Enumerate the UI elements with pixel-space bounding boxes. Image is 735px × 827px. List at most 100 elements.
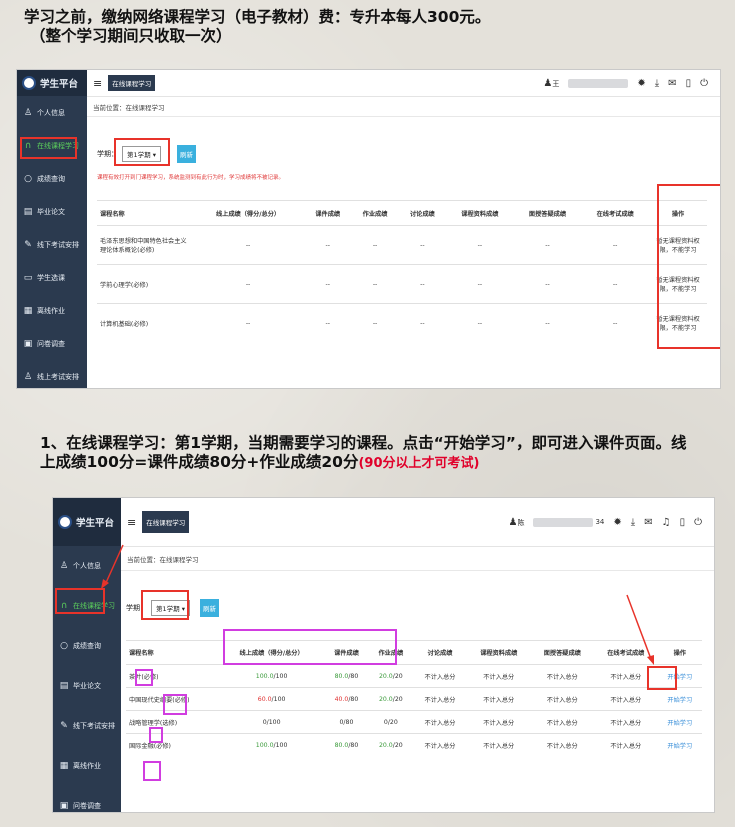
column-header: 课程资料成绩 [467, 640, 531, 665]
caption-top: 学习之前，缴纳网络课程学习（电子教材）费：专升本每人300元。 （整个学习期间只… [24, 8, 490, 47]
sidebar-item[interactable]: ▭ 学生选课 [17, 261, 87, 294]
score-value: 20.0 [378, 695, 393, 703]
sidebar-item-label: 成绩查询 [73, 642, 101, 650]
highlight-name-3 [149, 727, 163, 743]
score-value: 40.0 [334, 695, 349, 703]
sidebar-item-label: 离线作业 [37, 306, 65, 315]
table-row: 毛泽东思想和中国特色社会主义理论体系概论(必修) -- -- -- -- -- -- -- 暂无… [97, 225, 707, 265]
top-bar: ≡ 在线课程学习 ♟陈 34 ✹ ⤓ ✉ ♫ ▯ ⏻ [121, 498, 714, 547]
bell-icon[interactable]: ♫ [662, 517, 671, 528]
sidebar-item[interactable]: ▤ 毕业论文 [17, 195, 87, 228]
sidebar-item[interactable]: ○ 成绩查询 [17, 162, 87, 195]
arrow-start-icon [626, 594, 654, 665]
highlight-name-4 [143, 761, 161, 781]
mail-icon[interactable]: ✉ [668, 78, 676, 89]
download-icon[interactable]: ⤓ [655, 78, 659, 89]
phone-icon[interactable]: ▯ [686, 78, 692, 89]
logout-icon[interactable]: ⏻ [700, 78, 708, 89]
list-icon: ▦ [59, 761, 69, 771]
download-icon[interactable]: ⤓ [631, 517, 635, 528]
highlight-name-1 [135, 669, 153, 686]
table-row: 茶叶(必修) 100.0/100 80.0/80 20.0/20 不计入总分 不计入总分不… [126, 664, 702, 688]
score-cell: -- [513, 225, 582, 265]
score-cell: -- [304, 225, 352, 265]
score-cell: -- [351, 264, 399, 304]
score-cell: 100.0/100 [219, 733, 325, 756]
caption-mid: 1、在线课程学习：第1学期，当期需要学习的课程。点击“开始学习”，即可进入课件页… [40, 434, 700, 473]
arrow-nav-icon [101, 544, 124, 589]
sidebar-item[interactable]: ▦ 离线作业 [17, 294, 87, 327]
highlight-term-select [141, 590, 189, 620]
user-icon[interactable]: ♟陈 [509, 517, 525, 528]
menu-icon[interactable]: ≡ [127, 516, 136, 529]
score-cell: -- [581, 264, 649, 304]
score-cell: 不计入总分 [413, 687, 467, 711]
score-cell: -- [192, 264, 305, 304]
score-cell: -- [446, 225, 514, 265]
sidebar-item[interactable]: ○ 成绩查询 [53, 626, 121, 666]
search-icon: ○ [24, 173, 32, 184]
sidebar-item[interactable]: ▣ 问卷调查 [17, 327, 87, 360]
score-value: 20.0 [378, 672, 393, 680]
user-name-redacted [568, 78, 629, 88]
list-icon: ▦ [23, 305, 33, 316]
score-cell: -- [398, 225, 446, 265]
survey-icon: ▣ [59, 801, 69, 811]
score-cell: 不计入总分 [467, 733, 531, 756]
course-name: 计算机基础(必修) [97, 303, 192, 342]
score-cell: 不计入总分 [594, 733, 658, 756]
sidebar-item-label: 学生选课 [37, 273, 65, 282]
sidebar-item[interactable]: ♙ 个人信息 [17, 96, 87, 129]
sidebar-item[interactable]: ▤ 毕业论文 [53, 666, 121, 706]
score-cell: -- [581, 303, 649, 342]
score-cell: -- [398, 303, 446, 342]
score-total: /20 [392, 672, 403, 680]
course-name: 毛泽东思想和中国特色社会主义理论体系概论(必修) [97, 225, 192, 265]
highlight-nav [20, 137, 77, 159]
start-learning-link[interactable]: 开始学习 [657, 710, 702, 734]
sidebar-item[interactable]: ▣ 问卷调查 [53, 786, 121, 812]
logout-icon[interactable]: ⏻ [694, 517, 702, 528]
score-cell: -- [351, 225, 399, 265]
user-icon[interactable]: ♟王 [543, 78, 559, 89]
sidebar-item-label: 成绩查询 [37, 174, 65, 183]
card-icon: ▭ [23, 272, 33, 283]
score-cell: 不计入总分 [467, 664, 531, 688]
start-learning-link[interactable]: 开始学习 [657, 687, 702, 711]
tab-online-course[interactable]: 在线课程学习 [142, 511, 190, 533]
menu-icon[interactable]: ≡ [93, 77, 102, 90]
score-cell: 20.0/20 [368, 687, 414, 711]
score-value: 20.0 [378, 741, 393, 749]
start-learning-link[interactable]: 开始学习 [657, 733, 702, 756]
score-value: 60.0 [257, 695, 272, 703]
score-cell: 不计入总分 [530, 687, 595, 711]
score-cell: -- [304, 264, 352, 304]
gear-icon[interactable]: ✹ [613, 517, 621, 528]
score-total: /80 [348, 741, 359, 749]
mail-icon[interactable]: ✉ [644, 517, 652, 528]
course-name: 学前心理学(必修) [97, 264, 192, 304]
score-cell: 0/100 [219, 710, 325, 734]
sidebar-item[interactable]: ♙ 线上考试安排 [17, 360, 87, 388]
score-cell: 40.0/80 [324, 687, 369, 711]
document-icon: ▤ [59, 681, 69, 691]
refresh-button[interactable]: 刷新 [176, 145, 196, 163]
tab-online-course[interactable]: 在线课程学习 [108, 75, 156, 91]
score-cell: 0/80 [324, 710, 369, 734]
column-header: 面授答疑成绩 [513, 200, 582, 226]
phone-icon[interactable]: ▯ [680, 517, 686, 528]
sidebar-item[interactable]: ✎ 线下考试安排 [53, 706, 121, 746]
score-cell: -- [513, 264, 582, 304]
sidebar-item[interactable]: ✎ 线下考试安排 [17, 228, 87, 261]
gear-icon[interactable]: ✹ [637, 78, 645, 89]
sidebar-item-label: 离线作业 [73, 762, 101, 770]
course-table: 课程名称 线上成绩（得分/总分） 课件成绩 作业成绩 讨论成绩 课程资料成绩 面授答疑成绩在… [97, 200, 707, 342]
sidebar-item[interactable]: ▦ 离线作业 [53, 746, 121, 786]
sidebar-item-label: 毕业论文 [73, 682, 101, 690]
column-header: 作业成绩 [351, 200, 399, 226]
refresh-button[interactable]: 刷新 [199, 599, 219, 617]
table-row: 战略管理学(选修) 0/100 0/80 0/20 不计入总分 不计入总分 不计入总分 不计入… [126, 710, 702, 734]
column-header: 讨论成绩 [413, 640, 467, 665]
column-header: 线上成绩（得分/总分） [192, 200, 305, 226]
score-total: /100 [271, 695, 286, 703]
